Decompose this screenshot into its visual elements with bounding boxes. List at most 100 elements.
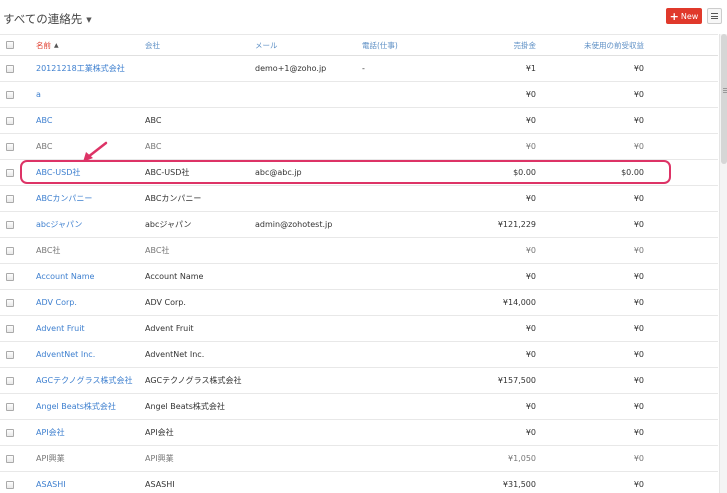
column-header-unused-credits[interactable]: 未使用の前受収益 xyxy=(545,35,644,55)
receivables-cell: ¥157,500 xyxy=(430,368,536,393)
row-checkbox[interactable] xyxy=(6,168,14,177)
contact-name-link[interactable]: AGCテクノグラス株式会社 xyxy=(36,375,132,386)
email-value: demo+1@zoho.jp xyxy=(255,64,327,73)
column-header-unused-credits-label: 未使用の前受収益 xyxy=(584,40,644,50)
vertical-scrollbar[interactable] xyxy=(719,34,727,493)
phone-cell xyxy=(362,212,432,237)
contact-name-link[interactable]: API会社 xyxy=(36,427,65,438)
row-checkbox[interactable] xyxy=(6,480,14,489)
row-checkbox[interactable] xyxy=(6,298,14,307)
table-row[interactable]: ABC社 ABC社 ¥0 ¥0 xyxy=(0,238,718,264)
table-row[interactable]: 20121218工業株式会社 demo+1@zoho.jp - ¥1 ¥0 xyxy=(0,56,718,82)
contact-name-cell: 20121218工業株式会社 xyxy=(36,56,140,81)
contact-name-link[interactable]: ABCカンパニー xyxy=(36,193,92,204)
row-checkbox[interactable] xyxy=(6,64,14,73)
phone-cell xyxy=(362,82,432,107)
contact-name-cell: ABCカンパニー xyxy=(36,186,140,211)
table-row[interactable]: ABCカンパニー ABCカンパニー ¥0 ¥0 xyxy=(0,186,718,212)
column-header-receivables[interactable]: 売掛金 xyxy=(430,35,537,55)
phone-cell xyxy=(362,264,432,289)
contact-name-cell: ADV Corp. xyxy=(36,290,140,315)
contact-name-link[interactable]: Advent Fruit xyxy=(36,324,85,333)
phone-cell xyxy=(362,290,432,315)
contact-name-link[interactable]: ABC xyxy=(36,116,52,125)
row-checkbox[interactable] xyxy=(6,454,14,463)
phone-cell xyxy=(362,186,432,211)
column-header-email[interactable]: メール xyxy=(255,35,360,55)
unused-credits-value: $0.00 xyxy=(621,168,644,177)
sort-ascending-icon: ▲ xyxy=(54,41,59,49)
company-cell: ASASHI xyxy=(145,472,251,493)
table-row[interactable]: ADV Corp. ADV Corp. ¥14,000 ¥0 xyxy=(0,290,718,316)
contact-name-link[interactable]: Account Name xyxy=(36,272,94,281)
row-checkbox[interactable] xyxy=(6,194,14,203)
column-header-name[interactable]: 名前 ▲ xyxy=(36,35,140,55)
row-checkbox[interactable] xyxy=(6,246,14,255)
contact-name-link[interactable]: ABC-USD社 xyxy=(36,167,80,178)
contact-name-link[interactable]: abcジャパン xyxy=(36,219,82,230)
contact-name-link[interactable]: Angel Beats株式会社 xyxy=(36,401,116,412)
row-checkbox[interactable] xyxy=(6,142,14,151)
receivables-cell: ¥121,229 xyxy=(430,212,536,237)
contact-name-cell: ABC社 xyxy=(36,238,140,263)
contact-name-link[interactable]: a xyxy=(36,90,41,99)
select-all-checkbox[interactable] xyxy=(6,41,14,49)
table-row[interactable]: ABC-USD社 ABC-USD社 abc@abc.jp $0.00 $0.00 xyxy=(0,160,718,186)
contact-name-cell: Angel Beats株式会社 xyxy=(36,394,140,419)
menu-icon xyxy=(711,13,718,14)
row-checkbox[interactable] xyxy=(6,324,14,333)
unused-credits-cell: ¥0 xyxy=(545,212,644,237)
contact-name-link[interactable]: 20121218工業株式会社 xyxy=(36,63,125,74)
table-row[interactable]: AGCテクノグラス株式会社 AGCテクノグラス株式会社 ¥157,500 ¥0 xyxy=(0,368,718,394)
company-name: API興業 xyxy=(145,454,174,463)
table-row[interactable]: AdventNet Inc. AdventNet Inc. ¥0 ¥0 xyxy=(0,342,718,368)
company-cell: ABC xyxy=(145,108,251,133)
contact-name-link[interactable]: ADV Corp. xyxy=(36,298,77,307)
receivables-value: ¥0 xyxy=(525,272,536,281)
row-checkbox[interactable] xyxy=(6,402,14,411)
row-checkbox[interactable] xyxy=(6,220,14,229)
contact-name-link[interactable]: ASASHI xyxy=(36,480,66,489)
row-checkbox[interactable] xyxy=(6,272,14,281)
unused-credits-cell: ¥0 xyxy=(545,134,644,159)
scrollbar-thumb[interactable] xyxy=(721,34,727,164)
email-cell xyxy=(255,108,360,133)
contact-name-link[interactable]: AdventNet Inc. xyxy=(36,350,95,359)
hamburger-menu-button[interactable] xyxy=(707,8,722,24)
email-cell xyxy=(255,186,360,211)
new-contact-button[interactable]: + New xyxy=(666,8,702,24)
column-header-company-label: 会社 xyxy=(145,40,160,50)
contact-name-cell: ABC xyxy=(36,134,140,159)
table-row[interactable]: ABC ABC ¥0 ¥0 xyxy=(0,134,718,160)
row-checkbox-cell xyxy=(6,342,18,367)
table-row[interactable]: Account Name Account Name ¥0 ¥0 xyxy=(0,264,718,290)
row-checkbox[interactable] xyxy=(6,376,14,385)
unused-credits-cell: ¥0 xyxy=(545,446,644,471)
table-row[interactable]: ABC ABC ¥0 ¥0 xyxy=(0,108,718,134)
table-row[interactable]: abcジャパン abcジャパン admin@zohotest.jp ¥121,229 ¥… xyxy=(0,212,718,238)
unused-credits-value: ¥0 xyxy=(633,480,644,489)
unused-credits-value: ¥0 xyxy=(633,454,644,463)
phone-cell xyxy=(362,420,432,445)
company-name: ABC社 xyxy=(145,246,170,255)
unused-credits-cell: ¥0 xyxy=(545,394,644,419)
phone-cell xyxy=(362,160,432,185)
receivables-cell: $0.00 xyxy=(430,160,536,185)
row-checkbox[interactable] xyxy=(6,428,14,437)
view-selector[interactable]: すべての連絡先 ▼ xyxy=(3,11,92,27)
table-row[interactable]: Angel Beats株式会社 Angel Beats株式会社 ¥0 ¥0 xyxy=(0,394,718,420)
table-row[interactable]: API興業 API興業 ¥1,050 ¥0 xyxy=(0,446,718,472)
phone-cell xyxy=(362,446,432,471)
table-row[interactable]: Advent Fruit Advent Fruit ¥0 ¥0 xyxy=(0,316,718,342)
column-header-company[interactable]: 会社 xyxy=(145,35,251,55)
row-checkbox[interactable] xyxy=(6,350,14,359)
table-header-row: 名前 ▲ 会社 メール 電話(仕事) 売掛金 未使用の前受収益 xyxy=(0,34,718,56)
row-checkbox[interactable] xyxy=(6,116,14,125)
table-row[interactable]: a ¥0 ¥0 xyxy=(0,82,718,108)
contact-name-link: API興業 xyxy=(36,454,65,463)
column-header-phone[interactable]: 電話(仕事) xyxy=(362,35,432,55)
receivables-value: ¥0 xyxy=(525,116,536,125)
row-checkbox[interactable] xyxy=(6,90,14,99)
table-row[interactable]: API会社 API会社 ¥0 ¥0 xyxy=(0,420,718,446)
table-row[interactable]: ASASHI ASASHI ¥31,500 ¥0 xyxy=(0,472,718,493)
